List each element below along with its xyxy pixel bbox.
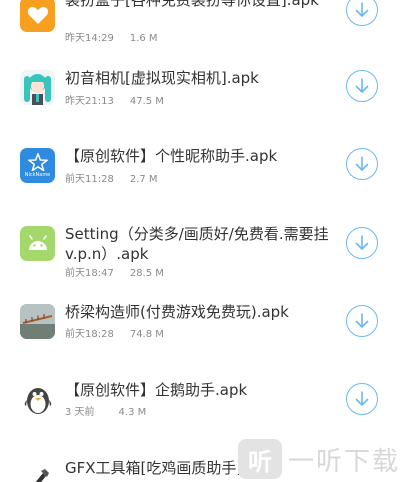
download-button[interactable] — [346, 0, 378, 26]
android-robot-icon — [20, 226, 55, 261]
file-meta: 3 天前 4.3 M — [65, 403, 146, 418]
file-size: 1.6 M — [129, 33, 158, 44]
download-time: 前天11:28 — [65, 174, 114, 185]
download-button[interactable] — [346, 70, 378, 102]
file-name: 装扮盒子[各种免费装扮等你设置].apk — [65, 0, 319, 9]
file-meta: 前天18:28 74.8 M — [65, 325, 164, 340]
download-button[interactable] — [346, 305, 378, 337]
arrow-down-icon — [355, 235, 369, 250]
blue-star-app-icon: NickName — [20, 148, 55, 183]
arrow-down-icon — [355, 156, 369, 171]
arrow-down-icon — [355, 2, 369, 17]
miku-avatar-icon — [20, 70, 55, 105]
arrow-down-icon — [355, 391, 369, 406]
watermark-text: 一听下载 — [288, 447, 400, 477]
download-item[interactable]: 初音相机[虚拟现实相机].apk 昨天21:13 47.5 M — [0, 68, 400, 138]
file-meta: 昨天21:13 47.5 M — [65, 92, 164, 107]
download-list: 装扮盒子[各种免费装扮等你设置].apk 昨天14:29 1.6 M 初音相机[虚… — [0, 0, 400, 482]
file-name: 【原创软件】企鹅助手.apk — [65, 381, 248, 399]
download-time: 前天18:47 — [65, 268, 114, 279]
download-time: 前天18:28 — [65, 329, 114, 340]
watermark: 听 一听下载 — [238, 437, 398, 482]
arrow-down-icon — [355, 313, 369, 328]
file-name: Setting（分类多/画质好/免费看.需要挂v.p.n）.apk — [65, 225, 329, 263]
download-time: 昨天21:13 — [65, 96, 114, 107]
penguin-icon — [20, 382, 55, 417]
file-size: 4.3 M — [118, 407, 147, 418]
download-time: 3 天前 — [65, 407, 95, 418]
download-item[interactable]: NickName 【原创软件】个性昵称助手.apk 前天11:28 2.7 M — [0, 146, 400, 216]
file-size: 28.5 M — [129, 268, 164, 279]
download-button[interactable] — [346, 383, 378, 415]
file-meta: 前天11:28 2.7 M — [65, 170, 158, 185]
bridge-photo-icon — [20, 304, 55, 339]
file-name: 初音相机[虚拟现实相机].apk — [65, 69, 259, 87]
watermark-logo: 听 — [238, 439, 282, 479]
download-time: 昨天14:29 — [65, 33, 114, 44]
icon-caption: NickName — [24, 172, 51, 178]
download-item[interactable]: 装扮盒子[各种免费装扮等你设置].apk 昨天14:29 1.6 M — [0, 0, 400, 54]
file-size: 47.5 M — [129, 96, 164, 107]
arrow-down-icon — [355, 78, 369, 93]
file-size: 74.8 M — [129, 329, 164, 340]
download-button[interactable] — [346, 227, 378, 259]
gfx-tool-icon — [20, 462, 55, 482]
file-name: 桥梁构造师(付费游戏免费玩).apk — [65, 303, 289, 321]
file-size: 2.7 M — [129, 174, 158, 185]
file-name: 【原创软件】个性昵称助手.apk — [65, 147, 278, 165]
file-meta: 前天18:47 28.5 M — [65, 264, 164, 279]
download-button[interactable] — [346, 148, 378, 180]
file-meta: 昨天14:29 1.6 M — [65, 29, 158, 44]
orange-heart-app-icon — [20, 0, 55, 32]
download-item[interactable]: 桥梁构造师(付费游戏免费玩).apk 前天18:28 74.8 M — [0, 302, 400, 372]
download-item[interactable]: Setting（分类多/画质好/免费看.需要挂v.p.n）.apk 前天18:4… — [0, 224, 400, 279]
